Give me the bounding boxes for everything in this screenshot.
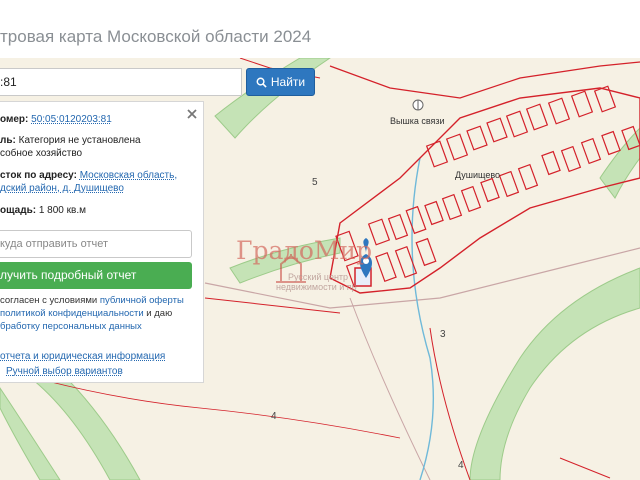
address-row-2: дский район, д. Душищево — [0, 183, 124, 195]
offer-link[interactable]: публичной оферты — [100, 295, 184, 306]
green-belt — [599, 127, 640, 199]
page-title: тровая карта Московской области 2024 — [0, 27, 312, 46]
area-row: ощадь: 1 800 кв.м — [0, 205, 86, 217]
river — [411, 157, 435, 480]
email-placeholder: куда отправить отчет — [0, 238, 109, 250]
search-button-label: Найти — [270, 75, 306, 89]
consent-text: согласен с условиями публичной оферты по… — [0, 294, 200, 333]
category-row-2: собное хозяйство — [0, 148, 82, 160]
address-label: сток по адресу: — [0, 170, 77, 181]
search-input[interactable]: :81 — [0, 68, 242, 96]
boundary — [559, 457, 611, 479]
boundary — [429, 327, 471, 480]
search-input-value: :81 — [0, 75, 17, 89]
area-value: 1 800 кв.м — [38, 205, 86, 216]
category-row: ль: Категория не установлена — [0, 135, 141, 147]
consent-text-1: согласен с условиями — [0, 295, 100, 306]
category-value-2: собное хозяйство — [0, 148, 83, 159]
cadastral-row: омер: 50:05:0120203:81 — [0, 114, 112, 126]
report-info-link[interactable]: отчета и юридическая информация — [0, 351, 165, 362]
green-belt — [469, 267, 640, 480]
privacy-policy-link[interactable]: политикой конфиденциальности — [0, 308, 144, 319]
cadastral-number-link[interactable]: 50:05:0120203:81 — [31, 114, 112, 125]
map-label-tower: Вышка связи — [390, 116, 445, 126]
map-number-3: 3 — [440, 329, 446, 340]
green-belt — [0, 387, 61, 480]
cadastral-label: омер: — [0, 114, 29, 125]
map-label-village: Душищево — [455, 170, 501, 180]
address-row: сток по адресу: Московская область, — [0, 170, 177, 182]
email-field[interactable]: куда отправить отчет — [0, 230, 192, 258]
report-button-label: лучить подробный отчет — [0, 268, 137, 282]
watermark-brand: ГрадоМир — [236, 236, 373, 265]
watermark — [236, 254, 386, 354]
get-report-button[interactable]: лучить подробный отчет — [0, 262, 192, 289]
category-label: ль: — [0, 135, 16, 146]
search-button[interactable]: Найти — [246, 68, 315, 96]
boundary — [329, 61, 640, 99]
close-icon[interactable] — [186, 108, 198, 120]
consent-text-2: и даю — [143, 308, 173, 319]
parcel-info-panel: омер: 50:05:0120203:81 ль: Категория не … — [0, 101, 204, 383]
watermark-line-2: недвижимости и пр — [276, 282, 357, 292]
category-value: Категория не установлена — [18, 135, 141, 146]
address-link-2[interactable]: дский район, д. Душищево — [0, 183, 124, 194]
search-icon — [256, 77, 267, 88]
manual-selection-link[interactable]: Ручной выбор вариантов — [6, 366, 123, 377]
watermark-line-1: Русский центр — [288, 272, 349, 282]
map-number-5: 5 — [312, 177, 318, 188]
area-label: ощадь: — [0, 205, 37, 216]
personal-data-link[interactable]: бработку персональных данных — [0, 321, 142, 332]
address-link[interactable]: Московская область, — [80, 170, 177, 181]
map-number-4: 4 — [271, 411, 277, 422]
map-number-4: 4 — [458, 460, 464, 471]
